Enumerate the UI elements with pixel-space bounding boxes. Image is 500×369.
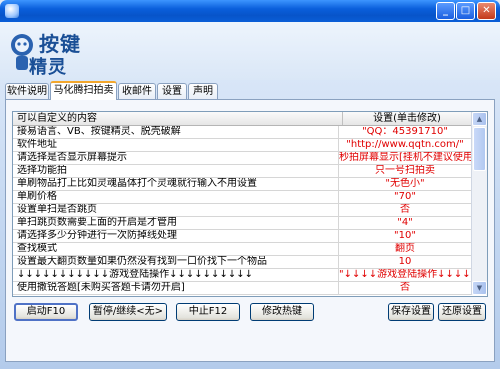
row-content-cell: ↓↓↓↓↓↓↓↓↓↓↓游戏登陆操作↓↓↓↓↓↓↓↓↓↓ (17, 269, 253, 280)
save-settings-button[interactable]: 保存设置 (388, 303, 434, 321)
table-header: 可以自定义的内容 设置(单击修改) (13, 112, 471, 126)
banner: 按键 精灵 (0, 22, 500, 80)
row-content-cell: 选择功能拍 (17, 165, 67, 176)
tab-software-info[interactable]: 软件说明 (5, 83, 49, 99)
table-row[interactable]: 单刷物品打上比如灵魂晶体打个灵魂就行输入不用设置 "无色小" (13, 178, 471, 191)
row-setting-cell[interactable]: 只一号扫拍卖 (338, 165, 471, 177)
row-setting-cell[interactable]: "无色小" (338, 178, 471, 190)
stop-button[interactable]: 中止F12 (176, 303, 240, 321)
table-row[interactable]: 单刷价格 "70" (13, 191, 471, 204)
table-row[interactable]: 设置最大翻页数量如果仍然没有找到一口价找下一个物品 10 (13, 256, 471, 269)
tab-auction-scan[interactable]: 马化腾扫拍卖 (50, 81, 117, 100)
table-row[interactable]: 选择功能拍 只一号扫拍卖 (13, 165, 471, 178)
row-setting-cell[interactable]: "http://www.qqtn.com/" (338, 139, 471, 151)
tab-mail[interactable]: 收邮件 (118, 83, 156, 99)
row-setting-cell[interactable]: "10" (338, 230, 471, 242)
settings-table[interactable]: 可以自定义的内容 设置(单击修改) 接易语言、VB、按键精灵、脱壳破解 "QQ：4… (12, 111, 488, 297)
pause-resume-button[interactable]: 暂停/继续<无> (89, 303, 167, 321)
column-header-content[interactable]: 可以自定义的内容 (17, 112, 97, 125)
tab-settings[interactable]: 设置 (157, 83, 187, 99)
row-content-cell: 请选择是否显示屏幕提示 (17, 152, 127, 163)
row-content-cell: 设置最大翻页数量如果仍然没有找到一口价找下一个物品 (17, 256, 267, 267)
row-content-cell: 使用撒锐答题[未购买答题卡请勿开启] (17, 282, 185, 293)
row-setting-cell[interactable]: 否 (338, 282, 471, 294)
scroll-thumb[interactable] (473, 127, 486, 171)
row-setting-cell[interactable]: 10 (338, 256, 471, 268)
app-icon (5, 4, 19, 18)
table-row[interactable]: 软件地址 "http://www.qqtn.com/" (13, 139, 471, 152)
column-header-setting[interactable]: 设置(单击修改) (342, 112, 471, 125)
row-setting-cell[interactable]: 否 (338, 204, 471, 216)
table-row[interactable]: 请选择多少分钟进行一次防掉线处理 "10" (13, 230, 471, 243)
row-setting-cell[interactable]: 秒拍屏幕显示[挂机不建议使用] (338, 152, 471, 164)
table-row[interactable]: 请选择是否显示屏幕提示 秒拍屏幕显示[挂机不建议使用] (13, 152, 471, 165)
row-content-cell: 设置单扫是否跳页 (17, 204, 97, 215)
row-content-cell: 单刷物品打上比如灵魂晶体打个灵魂就行输入不用设置 (17, 178, 257, 189)
app-window: _ □ ✕ 按键 精灵 软件说明 马化腾扫拍卖 收邮件 设置 声明 可以自定义的… (0, 0, 500, 369)
logo: 按键 精灵 (5, 26, 83, 80)
row-content-cell: 查找模式 (17, 243, 57, 254)
table-row[interactable]: 使用撒锐答题[未购买答题卡请勿开启] 否 (13, 282, 471, 295)
title-bar[interactable]: _ □ ✕ (0, 0, 500, 22)
row-setting-cell[interactable]: "↓↓↓↓游戏登陆操作↓↓↓↓" (338, 269, 471, 281)
table-row[interactable]: ↓↓↓↓↓↓↓↓↓↓↓游戏登陆操作↓↓↓↓↓↓↓↓↓↓ "↓↓↓↓游戏登陆操作↓↓… (13, 269, 471, 282)
vertical-scrollbar[interactable]: ▲ ▼ (471, 112, 487, 295)
row-content-cell: 接易语言、VB、按键精灵、脱壳破解 (17, 126, 181, 137)
scroll-down-icon[interactable]: ▼ (472, 281, 487, 295)
row-content-cell: 单扫跳页数需要上面的开启是才管用 (17, 217, 177, 228)
row-setting-cell[interactable]: "QQ：45391710" (338, 126, 471, 138)
row-content-cell: 请选择多少分钟进行一次防掉线处理 (17, 230, 177, 241)
logo-text-2: 精灵 (29, 57, 67, 78)
table-row[interactable]: 设置单扫是否跳页 否 (13, 204, 471, 217)
table-row[interactable]: 接易语言、VB、按键精灵、脱壳破解 "QQ：45391710" (13, 126, 471, 139)
scroll-up-icon[interactable]: ▲ (472, 112, 487, 126)
row-setting-cell[interactable]: "70" (338, 191, 471, 203)
row-setting-cell[interactable]: "4" (338, 217, 471, 229)
close-button[interactable]: ✕ (477, 2, 496, 20)
start-button[interactable]: 启动F10 (14, 303, 78, 321)
tab-statement[interactable]: 声明 (188, 83, 218, 99)
table-row[interactable]: 查找模式 翻页 (13, 243, 471, 256)
row-content-cell: 单刷价格 (17, 191, 57, 202)
row-setting-cell[interactable]: 翻页 (338, 243, 471, 255)
restore-settings-button[interactable]: 还原设置 (438, 303, 486, 321)
table-row[interactable]: 单扫跳页数需要上面的开启是才管用 "4" (13, 217, 471, 230)
edit-hotkey-button[interactable]: 修改热键 (250, 303, 314, 321)
row-content-cell: 软件地址 (17, 139, 57, 150)
minimize-button[interactable]: _ (436, 2, 455, 20)
maximize-button[interactable]: □ (456, 2, 475, 20)
